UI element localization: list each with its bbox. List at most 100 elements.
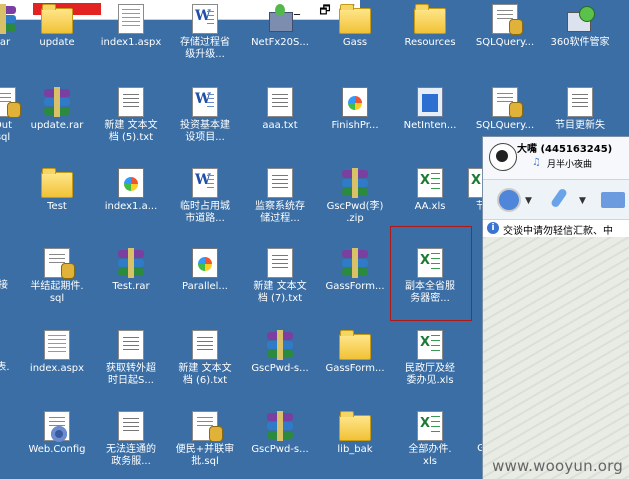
security-tip-text: 交谈中请勿轻信汇款、中 bbox=[503, 226, 613, 237]
desktop-icon[interactable]: Resources bbox=[393, 4, 467, 49]
icon-label: NetFx20S... bbox=[251, 37, 309, 48]
excel-file-icon bbox=[417, 168, 443, 198]
icon-label: 新建 文本文 档 (7).txt bbox=[253, 281, 307, 304]
desktop-icon[interactable]: GassForm... bbox=[318, 248, 392, 293]
icon-label: FinishPr... bbox=[331, 120, 379, 131]
text-file-icon bbox=[118, 330, 144, 360]
desktop-icon[interactable]: 监察系统存 储过程... bbox=[243, 168, 317, 225]
icon-label: 投资基本建 设项目... bbox=[180, 120, 230, 143]
desktop-icon[interactable]: GscPwd(李) .zip bbox=[318, 168, 392, 225]
folder-icon bbox=[414, 4, 446, 34]
icon-label: update.rar bbox=[30, 120, 84, 131]
icon-label: index.aspx bbox=[29, 363, 85, 374]
contact-name: 大嘴 (445163245) bbox=[517, 144, 613, 155]
icon-label: GscPwd-s... bbox=[251, 363, 309, 374]
icon-label: GassForm... bbox=[325, 281, 385, 292]
icon-label: 新建 文本文 档 (5).txt bbox=[104, 120, 158, 143]
icon-label: Test.rar bbox=[112, 281, 150, 292]
desktop-icon[interactable]: Test.rar bbox=[94, 248, 168, 293]
icon-label: 节目更新失 bbox=[555, 120, 605, 131]
desktop-icon[interactable]: index1.aspx bbox=[94, 4, 168, 49]
icon-label: 获取转外超 时日起S... bbox=[106, 363, 156, 386]
icon-label: lib_bak bbox=[337, 444, 373, 455]
excel-file-icon bbox=[417, 330, 443, 360]
desktop-icon[interactable]: aaa.txt bbox=[243, 87, 317, 132]
folder-icon bbox=[339, 330, 371, 360]
desktop-icon[interactable]: 获取转外超 时日起S... bbox=[94, 330, 168, 387]
desktop-icon[interactable]: 新建 文本文 档 (6).txt bbox=[168, 330, 242, 387]
text-file-icon bbox=[567, 87, 593, 117]
word-document-icon bbox=[192, 87, 218, 117]
desktop-icon[interactable]: SQLQuery... bbox=[468, 4, 542, 49]
desktop-icon[interactable]: update.rar bbox=[20, 87, 94, 132]
sql-file-icon bbox=[44, 248, 75, 279]
desktop-icon[interactable]: update bbox=[20, 4, 94, 49]
desktop-icon[interactable]: GscPwd-s... bbox=[243, 330, 317, 375]
desktop-icon[interactable]: Test bbox=[20, 168, 94, 213]
icon-label: 临时占用城 市道路... bbox=[180, 201, 230, 224]
archive-icon bbox=[340, 248, 370, 278]
archive-icon bbox=[116, 248, 146, 278]
avatar bbox=[489, 143, 517, 171]
icon-label: Web.Config bbox=[28, 444, 86, 455]
desktop-icon[interactable]: Parallel... bbox=[168, 248, 242, 293]
icon-label: 新建 文本文 档 (6).txt bbox=[178, 363, 232, 386]
send-file-icon[interactable] bbox=[599, 186, 627, 212]
info-icon: i bbox=[487, 222, 499, 234]
icon-label: GscPwd(李) .zip bbox=[326, 201, 384, 224]
desktop-icon[interactable]: 半结起期件. sql bbox=[20, 248, 94, 305]
desktop-icon[interactable]: 存储过程省 级升级... bbox=[168, 4, 242, 61]
icon-label: 便民+并联审 批.sql bbox=[175, 444, 235, 467]
excel-file-icon bbox=[417, 411, 443, 441]
voice-call-icon[interactable] bbox=[545, 186, 573, 212]
archive-icon bbox=[265, 330, 295, 360]
sql-file-icon bbox=[192, 411, 223, 442]
desktop-icon[interactable]: 便民+并联审 批.sql bbox=[168, 411, 242, 468]
icon-label: Test bbox=[47, 201, 67, 212]
desktop-icon[interactable]: Gass bbox=[318, 4, 392, 49]
desktop-icon[interactable]: 无法连通的 政务服... bbox=[94, 411, 168, 468]
text-file-icon bbox=[192, 330, 218, 360]
desktop-icon[interactable]: NetInten... bbox=[393, 87, 467, 132]
html-file-icon bbox=[118, 168, 144, 198]
desktop-icon[interactable]: 新建 文本文 档 (7).txt bbox=[243, 248, 317, 305]
desktop-icon[interactable]: GscPwd-s... bbox=[243, 411, 317, 456]
video-call-icon[interactable] bbox=[493, 186, 521, 212]
text-file-icon bbox=[267, 248, 293, 278]
icon-label: SQLQuery... bbox=[475, 120, 535, 131]
archive-icon bbox=[42, 87, 72, 117]
desktop-icon[interactable]: 节目更新失 bbox=[543, 87, 617, 132]
desktop-icon[interactable]: 360软件管家 bbox=[543, 4, 617, 49]
desktop-icon[interactable]: NetFx20S... bbox=[243, 4, 317, 49]
contact-mood: 月半小夜曲 bbox=[547, 160, 593, 170]
archive-icon bbox=[340, 168, 370, 198]
desktop-icon[interactable]: 临时占用城 市道路... bbox=[168, 168, 242, 225]
aspx-file-icon bbox=[44, 330, 70, 360]
security-tip: i 交谈中请勿轻信汇款、中 bbox=[483, 219, 629, 239]
qq-chat-panel[interactable]: 大嘴 (445163245) ♫ 月半小夜曲 ▼ ▼ i 交谈中请勿轻信汇款、中 bbox=[482, 136, 629, 479]
desktop-icon[interactable]: index.aspx bbox=[20, 330, 94, 375]
icon-label: GassForm... bbox=[325, 363, 385, 374]
desktop-icon[interactable]: 投资基本建 设项目... bbox=[168, 87, 242, 144]
archive-icon bbox=[265, 411, 295, 441]
selection-box bbox=[390, 226, 472, 321]
desktop: _ 🗗 ✕ rar update index1.aspx 存储过程省 级升级..… bbox=[0, 0, 629, 479]
chevron-down-icon[interactable]: ▼ bbox=[525, 196, 532, 206]
text-file-icon bbox=[118, 411, 144, 441]
desktop-icon[interactable]: 新建 文本文 档 (5).txt bbox=[94, 87, 168, 144]
chevron-down-icon[interactable]: ▼ bbox=[579, 196, 586, 206]
desktop-icon[interactable]: FinishPr... bbox=[318, 87, 392, 132]
desktop-icon[interactable]: index1.a... bbox=[94, 168, 168, 213]
desktop-icon[interactable]: lib_bak bbox=[318, 411, 392, 456]
icon-label: GscPwd-s... bbox=[251, 444, 309, 455]
desktop-icon[interactable]: Web.Config bbox=[20, 411, 94, 456]
software-manager-icon bbox=[565, 4, 595, 34]
desktop-icon[interactable]: 民政厅及经 委办见.xls bbox=[393, 330, 467, 387]
config-file-icon bbox=[44, 411, 70, 442]
desktop-icon[interactable]: GassForm... bbox=[318, 330, 392, 375]
sql-file-icon bbox=[492, 87, 523, 118]
qq-toolbar: ▼ ▼ bbox=[483, 179, 629, 220]
folder-icon bbox=[339, 4, 371, 34]
desktop-icon[interactable]: SQLQuery... bbox=[468, 87, 542, 132]
icon-label: SQLQuery... bbox=[475, 37, 535, 48]
